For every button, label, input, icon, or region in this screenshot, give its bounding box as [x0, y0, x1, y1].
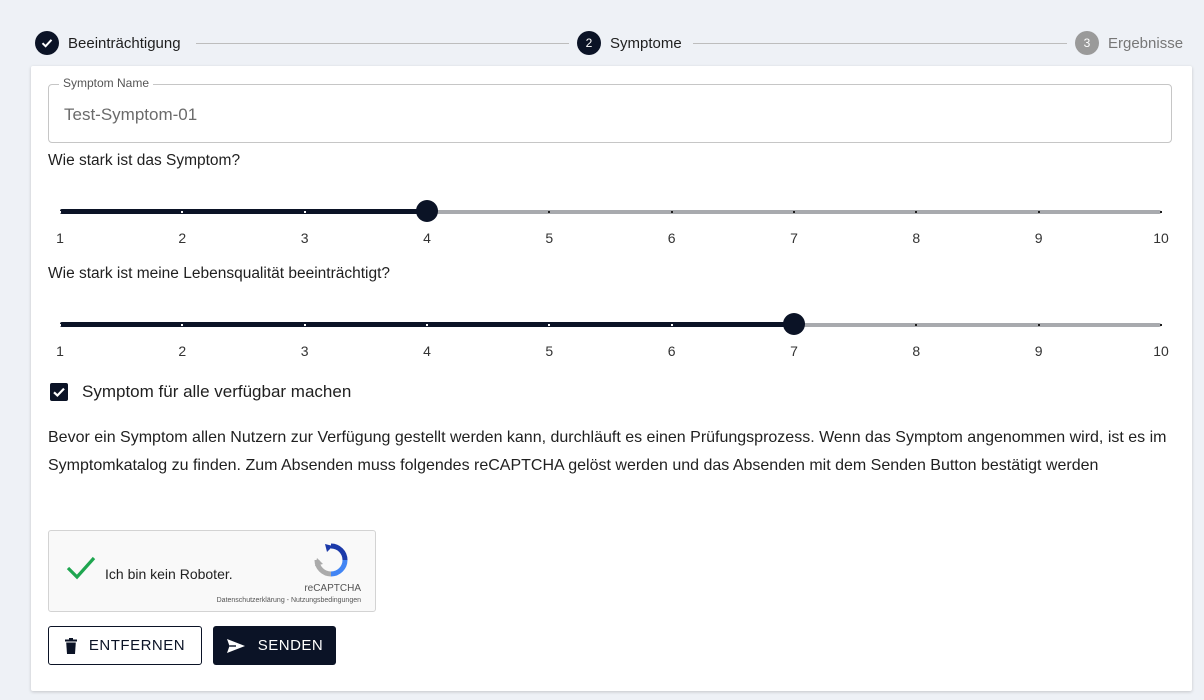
step-connector [693, 43, 1067, 44]
checkmark-icon [53, 387, 65, 398]
slider-tick-label: 9 [1034, 343, 1043, 359]
recaptcha-widget[interactable]: Ich bin kein Roboter. reCAPTCHA Datensch… [48, 530, 376, 612]
slider-tick-label: 7 [790, 343, 798, 359]
slider-tick-label: 2 [178, 230, 187, 246]
slider-tick-label: 3 [300, 343, 309, 359]
slider-tick [303, 324, 306, 326]
slider-tick [1037, 324, 1040, 326]
step-results[interactable]: 3 Ergebnisse [1075, 28, 1183, 58]
slider-thumb[interactable] [783, 313, 805, 335]
slider-tick [1160, 211, 1162, 213]
send-icon [226, 638, 246, 654]
severity-question: Wie stark ist das Symptom? [48, 152, 241, 169]
recaptcha-logo-icon [312, 541, 350, 584]
slider-tick-label: 4 [423, 343, 431, 359]
recaptcha-check-icon[interactable] [65, 555, 97, 586]
slider-tick [1037, 211, 1040, 213]
send-button[interactable]: SENDEN [213, 626, 336, 665]
step-label-impairment: Beeinträchtigung [68, 34, 181, 52]
stepper: Beeinträchtigung 2 Symptome 3 Ergebnisse [0, 28, 1204, 58]
slider-tick [915, 324, 918, 326]
slider-tick-label: 9 [1034, 230, 1043, 246]
slider-tick-label: 3 [300, 230, 309, 246]
share-checkbox-label: Symptom für alle verfügbar machen [82, 382, 352, 401]
symptom-name-label: Symptom Name [59, 76, 154, 90]
symptom-name-field[interactable]: Symptom Name Test-Symptom-01 [48, 76, 1172, 143]
slider-tick-label: 2 [178, 343, 187, 359]
slider-tick [915, 211, 918, 213]
step-impairment[interactable]: Beeinträchtigung [35, 28, 181, 58]
slider-tick-label: 4 [423, 230, 431, 246]
slider-tick-label: 1 [56, 343, 64, 359]
send-button-label: SENDEN [257, 637, 324, 654]
slider-tick [426, 324, 428, 326]
slider-thumb[interactable] [416, 200, 438, 222]
quality-of-life-slider[interactable]: 1 2 3 4 5 6 7 8 9 10 [56, 310, 1169, 370]
slider-tick-label: 6 [667, 230, 676, 246]
slider-tick [59, 211, 61, 213]
slider-tick [548, 211, 551, 213]
slider-tick-label: 10 [1153, 230, 1169, 246]
review-info-text: Bevor ein Symptom allen Nutzern zur Verf… [48, 429, 1167, 474]
symptom-name-value[interactable]: Test-Symptom-01 [64, 105, 197, 125]
symptom-form-card: Symptom Name Test-Symptom-01 Wie stark i… [31, 66, 1192, 691]
slider-tick [181, 211, 184, 213]
slider-tick-label: 10 [1153, 343, 1169, 359]
remove-button[interactable]: ENTFERNEN [48, 626, 202, 665]
recaptcha-links[interactable]: Datenschutzerklärung - Nutzungsbedingung… [217, 597, 361, 604]
slider-tick [670, 324, 673, 326]
slider-tick-label: 5 [545, 230, 554, 246]
severity-slider[interactable]: 1 2 3 4 5 6 7 8 9 10 [56, 197, 1169, 257]
recaptcha-label: Ich bin kein Roboter. [105, 566, 233, 582]
recaptcha-brand: reCAPTCHA [304, 583, 361, 594]
remove-button-label: ENTFERNEN [88, 637, 186, 654]
slider-tick [793, 211, 795, 213]
trash-icon [64, 637, 77, 654]
step-number: 3 [1075, 31, 1099, 55]
step-number: 2 [577, 31, 601, 55]
slider-tick [548, 324, 551, 326]
slider-tick-label: 7 [790, 230, 798, 246]
slider-tick [670, 211, 673, 213]
share-checkbox[interactable] [50, 383, 68, 401]
slider-tick-label: 8 [912, 230, 921, 246]
step-connector [196, 43, 569, 44]
share-checkbox-row[interactable]: Symptom für alle verfügbar machen [50, 382, 351, 402]
check-icon [35, 31, 59, 55]
step-label-symptoms: Symptome [610, 34, 682, 52]
slider-tick [181, 324, 184, 326]
slider-tick [59, 324, 61, 326]
slider-tick-label: 6 [667, 343, 676, 359]
slider-tick-label: 5 [545, 343, 554, 359]
slider-tick [1160, 324, 1162, 326]
quality-of-life-question: Wie stark ist meine Lebensqualität beein… [48, 265, 391, 282]
slider-tick-label: 8 [912, 343, 921, 359]
slider-tick [303, 211, 306, 213]
slider-track-fill [60, 209, 427, 214]
step-label-results: Ergebnisse [1108, 34, 1184, 52]
slider-tick-label: 1 [56, 230, 64, 246]
step-symptoms[interactable]: 2 Symptome [577, 28, 682, 58]
